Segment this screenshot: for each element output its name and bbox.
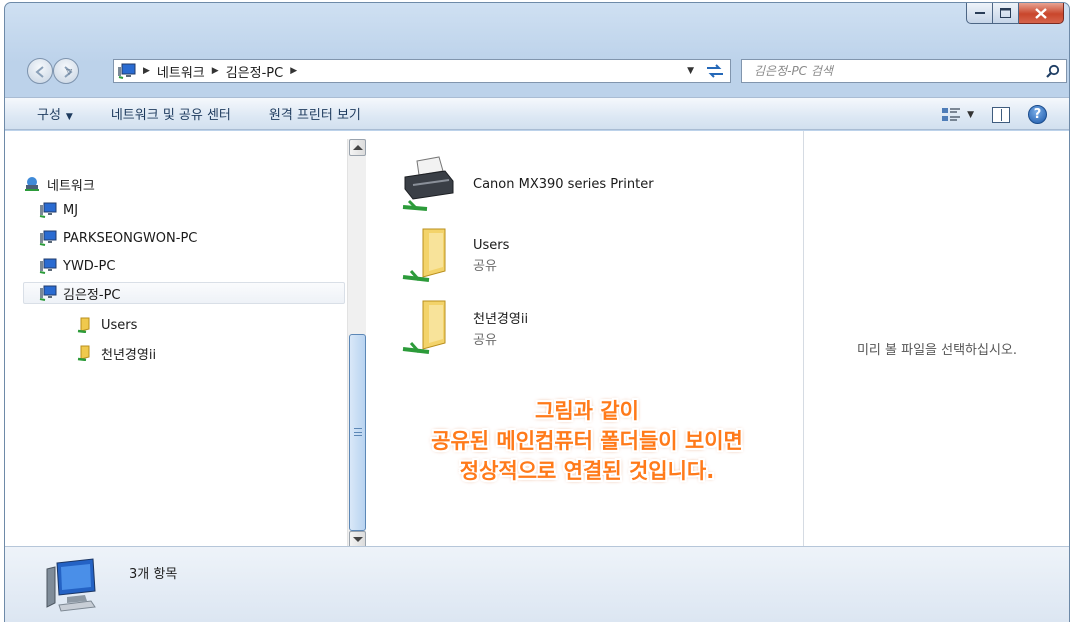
tree-item-label: 김은정-PC xyxy=(63,287,121,303)
search-box[interactable] xyxy=(741,59,1067,83)
content-area: 네트워크 MJ PARKSEONGWON-PC YWD-PC 김은정-PC Us… xyxy=(5,131,1069,549)
address-dropdown[interactable]: ▼ xyxy=(687,66,694,76)
chevron-up-icon xyxy=(353,145,363,150)
breadcrumb-separator[interactable]: ▶ xyxy=(212,66,219,76)
maximize-icon xyxy=(1000,8,1011,18)
file-item-printer[interactable]: Canon MX390 series Printer xyxy=(399,153,779,215)
tree-item-label: 천년경영ii xyxy=(101,347,157,363)
file-item-text: 천년경영ii 공유 xyxy=(473,308,528,348)
breadcrumb-network[interactable]: 네트워크 xyxy=(157,62,205,81)
refresh-icon[interactable] xyxy=(704,63,726,79)
preview-pane: 미리 볼 파일을 선택하십시오. xyxy=(803,131,1069,546)
command-bar: 구성 ▼ 네트워크 및 공유 센터 원격 프린터 보기 ▼ ? xyxy=(5,97,1069,130)
search-input[interactable] xyxy=(754,64,1024,78)
tree-item-share[interactable]: Users xyxy=(77,314,137,336)
item-count: 3개 항목 xyxy=(129,567,178,582)
annotation-line: 그림과 같이 xyxy=(535,399,639,423)
computer-icon xyxy=(39,202,57,218)
file-item-text: Users 공유 xyxy=(473,238,509,274)
tree-item-label: YWD-PC xyxy=(63,258,116,274)
shared-folder-icon xyxy=(402,300,446,354)
maximize-button[interactable] xyxy=(993,3,1019,24)
breadcrumb-computer[interactable]: 김은정-PC xyxy=(226,62,284,81)
file-name: 천년경영ii xyxy=(473,312,529,327)
back-button[interactable] xyxy=(27,58,53,84)
network-center-button[interactable]: 네트워크 및 공유 센터 xyxy=(99,104,243,123)
breadcrumb-separator[interactable]: ▶ xyxy=(143,66,150,76)
tree-item-label: MJ xyxy=(63,202,79,218)
address-bar[interactable]: ▶ 네트워크 ▶ 김은정-PC ▶ ▼ xyxy=(113,59,731,83)
printer-icon xyxy=(402,156,454,211)
organize-menu[interactable]: 구성 ▼ xyxy=(5,104,85,123)
file-type: 공유 xyxy=(473,259,497,274)
computer-icon xyxy=(46,558,96,612)
minimize-button[interactable] xyxy=(966,3,993,24)
organize-label: 구성 xyxy=(37,108,61,123)
annotation-overlay: 그림과 같이 공유된 메인컴퓨터 폴더들이 보이면 정상적으로 연결된 것입니다… xyxy=(371,396,803,486)
computer-icon xyxy=(39,230,57,246)
view-options-icon xyxy=(942,107,961,121)
tree-item-share[interactable]: 천년경영ii xyxy=(77,342,156,364)
shared-folder-icon xyxy=(77,345,90,361)
tree-item-network[interactable]: 네트워크 xyxy=(23,173,95,195)
network-icon xyxy=(25,177,39,191)
caption-buttons xyxy=(966,3,1064,24)
preview-message: 미리 볼 파일을 선택하십시오. xyxy=(856,343,1018,358)
back-arrow-icon xyxy=(35,66,44,78)
help-icon[interactable]: ? xyxy=(1028,105,1047,124)
preview-pane-icon[interactable] xyxy=(992,106,1010,123)
command-bar-right: ▼ ? xyxy=(941,105,1047,124)
tree-item-computer[interactable]: PARKSEONGWON-PC xyxy=(39,227,197,249)
chevron-down-icon: ▼ xyxy=(65,112,73,122)
tree-item-label: Users xyxy=(101,317,138,333)
file-item-share[interactable]: Users 공유 xyxy=(399,225,779,287)
tree-item-computer-selected[interactable]: 김은정-PC xyxy=(23,282,345,304)
computer-icon xyxy=(39,258,57,274)
remote-printers-button[interactable]: 원격 프린터 보기 xyxy=(257,104,373,123)
network-computer-icon xyxy=(118,63,136,79)
file-name: Users xyxy=(473,238,510,253)
tree-item-label: 네트워크 xyxy=(47,178,95,194)
file-name: Canon MX390 series Printer xyxy=(473,176,654,192)
scroll-thumb[interactable] xyxy=(349,334,366,531)
navigation-pane: 네트워크 MJ PARKSEONGWON-PC YWD-PC 김은정-PC Us… xyxy=(5,131,369,549)
breadcrumb-separator[interactable]: ▶ xyxy=(290,66,297,76)
navigation-row: ▽ ▶ 네트워크 ▶ 김은정-PC ▶ ▼ xyxy=(5,55,1069,85)
tree-item-label: PARKSEONGWON-PC xyxy=(63,230,198,246)
annotation-line: 정상적으로 연결된 것입니다. xyxy=(459,459,715,483)
chevron-down-icon xyxy=(353,537,363,542)
scroll-up-button[interactable] xyxy=(349,139,366,156)
search-icon[interactable] xyxy=(1046,64,1060,78)
file-item-share[interactable]: 천년경영ii 공유 xyxy=(399,297,779,359)
close-icon xyxy=(1035,7,1047,19)
explorer-window: ▽ ▶ 네트워크 ▶ 김은정-PC ▶ ▼ 구성 ▼ 네트워크 및 공유 센터 xyxy=(4,2,1070,622)
shared-folder-icon xyxy=(77,317,90,333)
annotation-line: 공유된 메인컴퓨터 폴더들이 보이면 xyxy=(431,429,743,453)
close-button[interactable] xyxy=(1019,3,1064,24)
computer-icon xyxy=(39,285,57,301)
vertical-scrollbar[interactable] xyxy=(347,139,366,549)
chevron-down-icon: ▼ xyxy=(967,109,974,120)
tree-item-computer[interactable]: YWD-PC xyxy=(39,255,115,277)
tree-item-computer[interactable]: MJ xyxy=(39,199,78,221)
view-options-button[interactable]: ▼ xyxy=(941,106,974,124)
shared-folder-icon xyxy=(402,228,446,282)
scroll-grip xyxy=(354,428,362,436)
recent-pages-dropdown[interactable]: ▽ xyxy=(66,67,72,76)
minimize-icon xyxy=(974,12,985,14)
file-item-text: Canon MX390 series Printer xyxy=(473,177,654,192)
file-type: 공유 xyxy=(473,333,497,348)
details-pane: 3개 항목 xyxy=(5,546,1069,622)
